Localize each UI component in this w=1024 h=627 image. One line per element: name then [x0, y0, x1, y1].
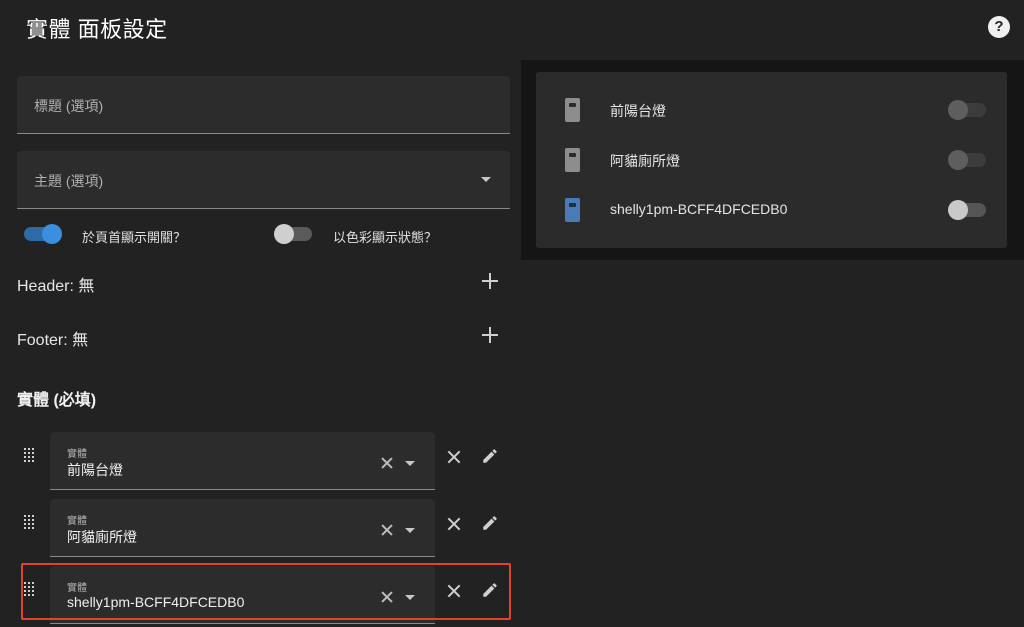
theme-placeholder: 主題 (選項)	[34, 173, 104, 189]
clear-icon[interactable]	[381, 524, 393, 536]
state-color-toggle[interactable]	[274, 224, 312, 244]
show-header-toggle-label: 於頁首顯示開關？	[82, 230, 187, 245]
device-blue-icon	[565, 198, 580, 222]
add-header-button[interactable]	[482, 273, 498, 289]
preview-entity-toggle[interactable]	[948, 100, 986, 120]
chevron-down-icon[interactable]	[405, 461, 415, 466]
help-icon[interactable]: ?	[988, 16, 1010, 38]
show-header-toggle[interactable]	[24, 224, 62, 244]
header-label: Header: 無	[17, 278, 95, 295]
drag-handle-icon[interactable]	[24, 448, 36, 464]
title-placeholder: 標題 (選項)	[34, 98, 104, 114]
add-footer-button[interactable]	[482, 327, 498, 343]
highlight-box	[21, 563, 511, 620]
entity-picker[interactable]: 實體 阿貓廁所燈	[50, 499, 435, 557]
preview-entity-name: shelly1pm-BCFF4DFCEDB0	[610, 201, 788, 217]
entity-field-value: 阿貓廁所燈	[67, 529, 137, 545]
preview-entity-toggle[interactable]	[948, 200, 986, 220]
entity-field-label: 實體	[67, 516, 87, 527]
title-input[interactable]: 標題 (選項)	[17, 76, 510, 134]
remove-entity-button[interactable]	[447, 517, 461, 531]
footer-label: Footer: 無	[17, 332, 89, 349]
edit-icon[interactable]	[481, 514, 499, 532]
state-color-toggle-label: 以色彩顯示狀態？	[333, 230, 438, 245]
theme-select[interactable]: 主題 (選項)	[17, 151, 510, 209]
entity-field-value: 前陽台燈	[67, 462, 123, 478]
clear-icon[interactable]	[381, 457, 393, 469]
preview-entity-name: 前陽台燈	[610, 103, 666, 119]
entity-picker[interactable]: 實體 前陽台燈	[50, 432, 435, 490]
preview-entity-name: 阿貓廁所燈	[610, 153, 680, 169]
preview-entity-toggle[interactable]	[948, 150, 986, 170]
chevron-down-icon[interactable]	[405, 528, 415, 533]
chevron-down-icon	[481, 177, 491, 182]
page-title: 實體 面板設定	[26, 17, 168, 42]
drag-handle-icon[interactable]	[24, 515, 36, 531]
device-gray-icon	[565, 98, 580, 122]
remove-entity-button[interactable]	[447, 450, 461, 464]
entities-section-title: 實體 (必填)	[17, 392, 97, 409]
entity-field-label: 實體	[67, 449, 87, 460]
preview-card	[536, 72, 1007, 248]
edit-icon[interactable]	[481, 447, 499, 465]
device-gray-icon	[565, 148, 580, 172]
